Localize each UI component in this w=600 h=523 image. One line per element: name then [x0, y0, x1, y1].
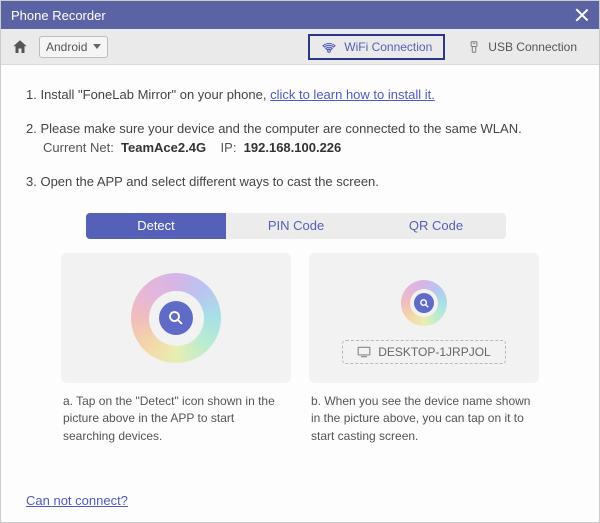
close-icon[interactable]	[575, 8, 589, 22]
detect-ring-icon	[131, 273, 221, 363]
instruction-cards: a. Tap on the "Detect" icon shown in the…	[26, 253, 574, 445]
detect-ring-small-icon	[401, 280, 447, 326]
magnifier-small-icon	[414, 293, 434, 313]
step-1: 1. Install "FoneLab Mirror" on your phon…	[26, 85, 574, 105]
step-1-text: 1. Install "FoneLab Mirror" on your phon…	[26, 87, 270, 102]
platform-select[interactable]: Android	[39, 36, 108, 58]
ip-value: 192.168.100.226	[244, 140, 342, 155]
chevron-down-icon	[93, 44, 101, 49]
card-device: DESKTOP-1JRPJOL b. When you see the devi…	[309, 253, 539, 445]
toolbar: Android WiFi Connection USB Connection	[1, 29, 599, 65]
cannot-connect-link[interactable]: Can not connect?	[26, 473, 128, 508]
step-2-text: 2. Please make sure your device and the …	[26, 119, 574, 139]
tab-pin-code[interactable]: PIN Code	[226, 213, 366, 239]
card-detect: a. Tap on the "Detect" icon shown in the…	[61, 253, 291, 445]
steps-list: 1. Install "FoneLab Mirror" on your phon…	[26, 85, 574, 205]
magnifier-icon	[159, 301, 193, 335]
ip-label: IP:	[221, 140, 237, 155]
wifi-icon	[321, 40, 337, 54]
device-visual: DESKTOP-1JRPJOL	[309, 253, 539, 383]
net-value: TeamAce2.4G	[121, 140, 206, 155]
detect-visual	[61, 253, 291, 383]
tab-qr-code[interactable]: QR Code	[366, 213, 506, 239]
usb-connection-button[interactable]: USB Connection	[455, 35, 589, 59]
wifi-label: WiFi Connection	[344, 40, 432, 54]
platform-label: Android	[46, 40, 87, 54]
network-info: Current Net: TeamAce2.4G IP: 192.168.100…	[26, 138, 574, 158]
app-window: Phone Recorder Android WiFi Connection U…	[0, 0, 600, 523]
monitor-icon	[357, 346, 371, 358]
wifi-connection-button[interactable]: WiFi Connection	[308, 34, 445, 60]
tab-detect[interactable]: Detect	[86, 213, 226, 239]
usb-icon	[467, 40, 481, 54]
step-3: 3. Open the APP and select different way…	[26, 172, 574, 192]
cast-method-tabs: Detect PIN Code QR Code	[86, 213, 506, 239]
home-icon[interactable]	[11, 38, 29, 56]
app-title: Phone Recorder	[11, 8, 106, 23]
device-name-text: DESKTOP-1JRPJOL	[378, 345, 490, 359]
usb-label: USB Connection	[488, 40, 577, 54]
titlebar: Phone Recorder	[1, 1, 599, 29]
content-area: 1. Install "FoneLab Mirror" on your phon…	[1, 65, 599, 522]
caption-b: b. When you see the device name shown in…	[309, 393, 539, 445]
caption-a: a. Tap on the "Detect" icon shown in the…	[61, 393, 291, 445]
step-2: 2. Please make sure your device and the …	[26, 119, 574, 158]
install-help-link[interactable]: click to learn how to install it.	[270, 87, 435, 102]
net-label: Current Net:	[43, 140, 114, 155]
device-name-box: DESKTOP-1JRPJOL	[342, 340, 505, 364]
